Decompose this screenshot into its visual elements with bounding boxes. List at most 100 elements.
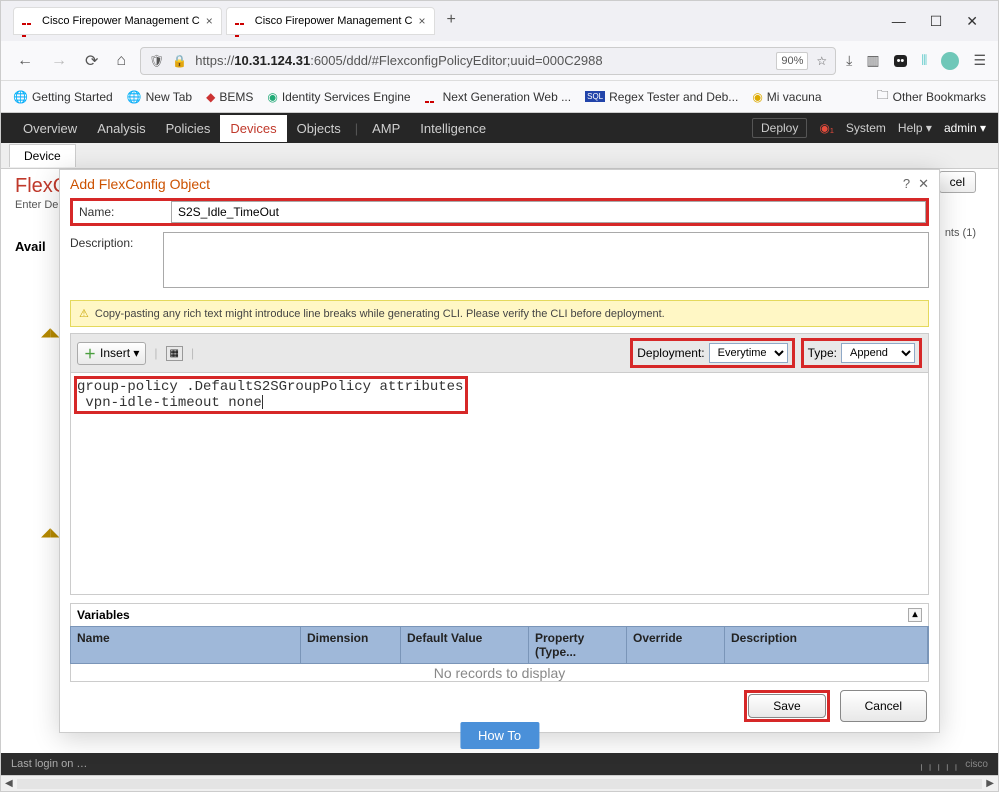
close-icon[interactable]: × bbox=[206, 14, 213, 28]
modal-header: Add FlexConfig Object ? ✕ bbox=[60, 170, 939, 192]
forward-button[interactable]: → bbox=[47, 48, 71, 74]
modal-title: Add FlexConfig Object bbox=[70, 176, 210, 192]
url-text: https://10.31.124.31:6005/ddd/#Flexconfi… bbox=[195, 53, 768, 68]
nav-overview[interactable]: Overview bbox=[13, 115, 87, 142]
col-override[interactable]: Override bbox=[627, 627, 725, 663]
minimize-button[interactable]: — bbox=[892, 13, 906, 30]
menu-icon[interactable]: ☰ bbox=[973, 52, 986, 69]
col-dimension[interactable]: Dimension bbox=[301, 627, 401, 663]
nav-user[interactable]: admin ▾ bbox=[944, 121, 986, 135]
bookmark-item[interactable]: ◆BEMS bbox=[206, 90, 253, 104]
save-button[interactable]: Save bbox=[748, 694, 825, 718]
status-bar: Last login on … ╷╷╷╷╷ cisco bbox=[1, 753, 998, 775]
col-name[interactable]: Name bbox=[71, 627, 301, 663]
tab-title: Cisco Firepower Management C bbox=[42, 15, 200, 27]
insert-button[interactable]: ＋ Insert ▾ bbox=[77, 342, 146, 365]
nav-help[interactable]: Help ▾ bbox=[898, 121, 932, 135]
brand-logo: ╷╷╷╷╷ bbox=[918, 758, 961, 771]
scroll-left-icon[interactable]: ◀ bbox=[1, 778, 17, 789]
equalizer-icon[interactable]: ⦀ bbox=[921, 52, 927, 69]
title-bar: Cisco Firepower Management C × Cisco Fir… bbox=[1, 1, 998, 41]
col-description[interactable]: Description bbox=[725, 627, 928, 663]
cisco-icon bbox=[425, 92, 439, 102]
help-icon[interactable]: ? bbox=[903, 176, 910, 192]
status-text: Last login on … bbox=[11, 758, 87, 770]
sub-nav: Device bbox=[1, 143, 998, 169]
star-icon[interactable]: ☆ bbox=[816, 54, 827, 68]
grid-icon[interactable]: ▦ bbox=[166, 346, 183, 361]
collapse-icon[interactable]: ▴ bbox=[908, 608, 922, 622]
reload-button[interactable]: ⟳ bbox=[81, 47, 102, 75]
download-icon[interactable]: ⤓ bbox=[846, 52, 852, 69]
warning-icon: ⚠ bbox=[79, 307, 89, 320]
close-icon[interactable]: × bbox=[418, 14, 425, 28]
editor-toolbar: ＋ Insert ▾ | ▦ | Deployment: Everytime bbox=[70, 333, 929, 373]
bems-icon: ◆ bbox=[206, 90, 215, 104]
alert-icon[interactable]: ◉₁ bbox=[819, 121, 834, 135]
extension-icon[interactable]: •• bbox=[894, 55, 908, 67]
maximize-button[interactable]: ☐ bbox=[930, 13, 943, 30]
bookmark-item[interactable]: Next Generation Web ... bbox=[425, 90, 572, 104]
deployment-select[interactable]: Everytime bbox=[709, 343, 788, 363]
howto-button[interactable]: How To bbox=[460, 722, 539, 749]
profile-avatar[interactable] bbox=[941, 52, 959, 70]
name-input[interactable] bbox=[171, 201, 926, 223]
deploy-button[interactable]: Deploy bbox=[752, 118, 807, 138]
globe-icon: 🌐 bbox=[13, 90, 28, 104]
cancel-button[interactable]: Cancel bbox=[840, 690, 927, 722]
folder-icon: 🗀 bbox=[877, 86, 889, 107]
available-label: Avail bbox=[15, 239, 46, 254]
bookmark-item[interactable]: 🌐Getting Started bbox=[13, 90, 113, 104]
count-label: nts (1) bbox=[945, 227, 976, 239]
col-default[interactable]: Default Value bbox=[401, 627, 529, 663]
sub-tab-device[interactable]: Device bbox=[9, 144, 76, 167]
description-input[interactable] bbox=[163, 232, 929, 288]
deployment-group: Deployment: Everytime bbox=[630, 338, 794, 368]
variables-title: Variables bbox=[77, 608, 130, 622]
no-records-text: No records to display bbox=[434, 665, 566, 681]
nav-intelligence[interactable]: Intelligence bbox=[410, 115, 496, 142]
browser-tab-1[interactable]: Cisco Firepower Management C × bbox=[13, 7, 222, 35]
horizontal-scrollbar[interactable]: ◀ ▶ bbox=[1, 775, 998, 791]
type-select[interactable]: Append bbox=[841, 343, 915, 363]
globe-icon: 🌐 bbox=[127, 90, 142, 104]
variables-empty: No records to display bbox=[70, 664, 929, 682]
bookmark-item[interactable]: ◉Identity Services Engine bbox=[267, 90, 410, 104]
close-button[interactable]: ✕ bbox=[966, 13, 978, 30]
nav-amp[interactable]: AMP bbox=[362, 115, 410, 142]
home-button[interactable]: ⌂ bbox=[112, 48, 130, 74]
cli-editor[interactable]: group-policy .DefaultS2SGroupPolicy attr… bbox=[70, 373, 929, 595]
zoom-level[interactable]: 90% bbox=[776, 52, 808, 70]
name-row: Name: bbox=[70, 198, 929, 226]
library-icon[interactable]: ▥ bbox=[866, 52, 879, 69]
variables-header: Variables ▴ bbox=[70, 603, 929, 626]
lock-icon: 🔒 bbox=[172, 54, 187, 68]
bookmark-item[interactable]: SQLRegex Tester and Deb... bbox=[585, 90, 738, 104]
col-property[interactable]: Property (Type... bbox=[529, 627, 627, 663]
bookmark-item[interactable]: ◉Mi vacuna bbox=[752, 90, 821, 104]
close-icon[interactable]: ✕ bbox=[918, 176, 929, 192]
browser-tab-2[interactable]: Cisco Firepower Management C × bbox=[226, 7, 435, 35]
add-flexconfig-modal: Add FlexConfig Object ? ✕ Name: Descript… bbox=[59, 169, 940, 733]
warning-banner: ⚠ Copy-pasting any rich text might intro… bbox=[70, 300, 929, 327]
nav-devices[interactable]: Devices bbox=[220, 115, 286, 142]
page-content: FlexC Enter De cel nts (1) Avail ◢◣ ◢◣ A… bbox=[1, 169, 998, 753]
scroll-right-icon[interactable]: ▶ bbox=[982, 778, 998, 789]
folder-icon: ◢◣ bbox=[41, 325, 59, 339]
nav-analysis[interactable]: Analysis bbox=[87, 115, 155, 142]
other-bookmarks[interactable]: 🗀Other Bookmarks bbox=[877, 86, 986, 107]
cisco-favicon bbox=[235, 16, 249, 26]
insert-label: Insert ▾ bbox=[100, 346, 139, 360]
nav-policies[interactable]: Policies bbox=[156, 115, 221, 142]
nav-system[interactable]: System bbox=[846, 121, 886, 135]
ise-icon: ◉ bbox=[267, 90, 277, 104]
url-field[interactable]: 🛡 🔒 https://10.31.124.31:6005/ddd/#Flexc… bbox=[140, 47, 836, 75]
bookmark-item[interactable]: 🌐New Tab bbox=[127, 90, 192, 104]
browser-tabs: Cisco Firepower Management C × Cisco Fir… bbox=[13, 7, 892, 35]
bg-cancel-button[interactable]: cel bbox=[939, 171, 976, 193]
name-label: Name: bbox=[73, 201, 163, 223]
back-button[interactable]: ← bbox=[13, 48, 37, 74]
nav-objects[interactable]: Objects bbox=[287, 115, 351, 142]
new-tab-button[interactable]: + bbox=[439, 7, 464, 35]
save-highlight: Save bbox=[744, 690, 829, 722]
